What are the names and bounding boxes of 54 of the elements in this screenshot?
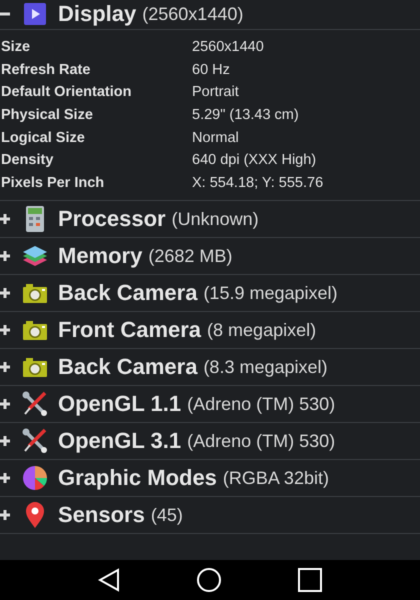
tools-icon — [21, 390, 49, 418]
section-title[interactable]: Memory — [58, 243, 142, 270]
section-summary: (45) — [150, 504, 183, 526]
camera-icon — [21, 281, 49, 306]
property-value: 5.29" (13.43 cm) — [192, 107, 299, 124]
property-label: Pixels Per Inch — [1, 174, 106, 191]
section-title[interactable]: Front Camera — [58, 317, 202, 344]
expand-icon[interactable] — [0, 325, 10, 336]
expand-icon[interactable] — [0, 399, 10, 410]
expand-icon[interactable] — [0, 510, 10, 520]
section-summary: (8 megapixel) — [207, 320, 316, 341]
section-title[interactable]: Processor — [58, 206, 166, 232]
section-title[interactable]: Sensors — [58, 502, 145, 528]
property-label: Refresh Rate — [1, 62, 92, 78]
property-value: 640 dpi (XXX High) — [192, 152, 316, 168]
section-summary: (2560x1440) — [142, 4, 244, 24]
expand-icon[interactable] — [0, 436, 10, 446]
section-title[interactable]: Display — [58, 1, 136, 27]
property-value: Normal — [192, 130, 239, 146]
property-value: 2560x1440 — [192, 39, 264, 56]
section-title[interactable]: Graphic Modes — [58, 465, 217, 492]
property-label: Logical Size — [1, 130, 86, 146]
property-label: Size — [1, 39, 32, 56]
property-value: 60 Hz — [192, 62, 230, 78]
expand-icon[interactable] — [0, 214, 10, 224]
camera-icon — [21, 318, 49, 342]
section-summary: (RGBA 32bit) — [222, 468, 329, 489]
section-summary: (8.3 megapixel) — [203, 356, 328, 378]
play-icon — [22, 1, 48, 27]
expand-icon[interactable] — [0, 473, 10, 484]
property-value: X: 554.18; Y: 555.76 — [192, 174, 324, 191]
expand-icon[interactable] — [0, 362, 10, 372]
recents-icon[interactable] — [298, 568, 322, 592]
pie-chart-icon — [21, 464, 49, 492]
property-label: Density — [1, 152, 54, 168]
section-summary: (Adreno (TM) 530) — [187, 430, 336, 452]
location-pin-icon — [23, 501, 47, 530]
section-summary: (Unknown) — [172, 208, 259, 230]
section-summary: (Adreno (TM) 530) — [187, 394, 336, 415]
section-summary: (15.9 megapixel) — [203, 282, 338, 304]
section-title[interactable]: OpenGL 3.1 — [58, 428, 182, 454]
section-title[interactable]: OpenGL 1.1 — [58, 391, 182, 418]
section-summary: (2682 MB) — [148, 246, 232, 267]
section-title[interactable]: Back Camera — [58, 280, 198, 306]
home-icon[interactable] — [196, 567, 222, 593]
tools-icon — [21, 427, 49, 456]
section-title[interactable]: Back Camera — [58, 354, 198, 380]
property-label: Physical Size — [1, 107, 94, 124]
property-label: Default Orientation — [1, 84, 133, 100]
expand-icon[interactable] — [0, 288, 10, 298]
expand-icon[interactable] — [0, 251, 10, 262]
camera-icon — [21, 355, 49, 380]
property-value: Portrait — [192, 84, 239, 100]
back-icon[interactable] — [98, 568, 120, 592]
